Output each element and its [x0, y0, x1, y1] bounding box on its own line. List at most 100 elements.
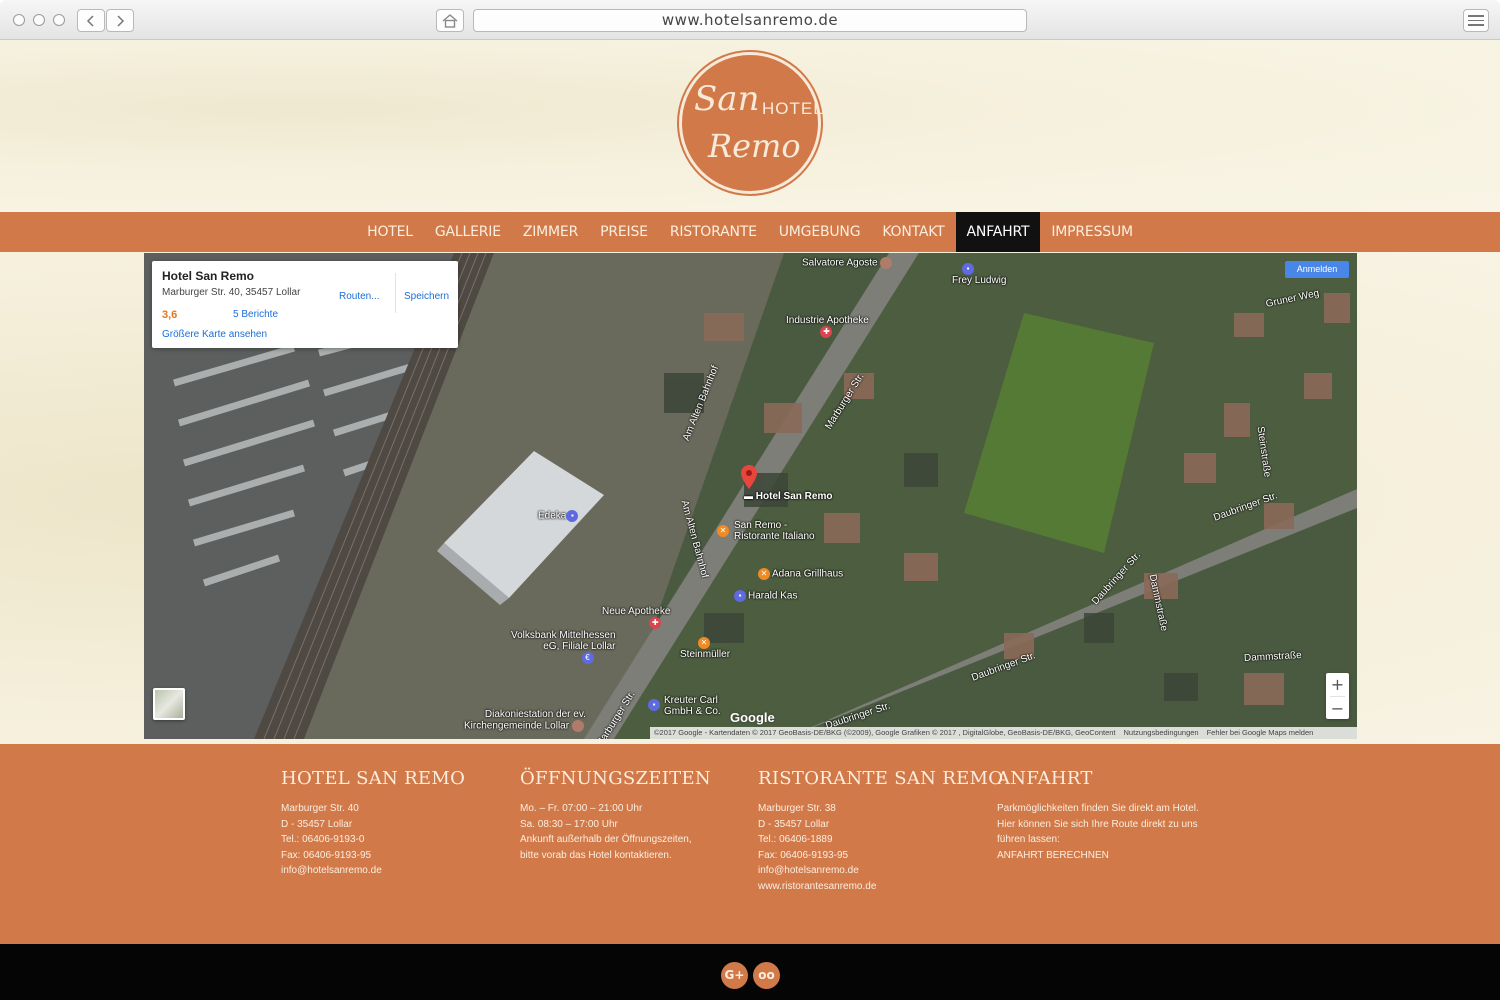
- poi-steinmueller[interactable]: ✕ Steinmüller: [680, 637, 730, 660]
- poi-label: GmbH & Co.: [664, 706, 721, 717]
- zoom-in-button[interactable]: +: [1326, 673, 1349, 696]
- footer-line: D - 35457 Lollar: [281, 818, 353, 830]
- footer-phone[interactable]: Tel.: 06406-1889: [758, 832, 993, 848]
- google-plus-icon[interactable]: G+: [721, 962, 748, 989]
- terms-link[interactable]: Nutzungsbedingungen: [1120, 728, 1203, 737]
- poi-volksbank[interactable]: Volksbank Mittelhessen eG, Filiale Lollar…: [511, 630, 616, 664]
- footer-line: Marburger Str. 40: [281, 803, 359, 814]
- footer-fax: Fax: 06406-9193-95: [281, 849, 372, 861]
- poi-ristorante-italiano[interactable]: ✕ San Remo - Ristorante Italiano: [717, 520, 815, 542]
- google-map[interactable]: Marburger Str. Marburger Str. Am Alten B…: [144, 253, 1357, 739]
- poi-label: Hotel San Remo: [755, 491, 833, 502]
- restaurant-icon: ✕: [758, 568, 770, 580]
- attribution-text: ©2017 Google - Kartendaten © 2017 GeoBas…: [654, 728, 1116, 737]
- nav-item-impressum[interactable]: IMPRESSUM: [1040, 212, 1144, 252]
- forward-button[interactable]: [106, 9, 134, 32]
- signin-button[interactable]: Anmelden: [1285, 261, 1349, 278]
- poi-label: Diakoniestation der ev.: [484, 709, 586, 720]
- place-title: Hotel San Remo: [162, 269, 255, 283]
- report-error-link[interactable]: Fehler bei Google Maps melden: [1203, 728, 1318, 737]
- poi-diakoniestation[interactable]: Diakoniestation der ev. Kirchengemeinde L…: [464, 709, 586, 732]
- nav-item-preise[interactable]: PREISE: [589, 212, 659, 252]
- nav-item-umgebung[interactable]: UMGEBUNG: [768, 212, 872, 252]
- place-icon: [571, 720, 584, 732]
- menu-line-icon: [1468, 19, 1484, 22]
- nav-item-zimmer[interactable]: ZIMMER: [512, 212, 589, 252]
- poi-adana-grillhaus[interactable]: ✕ Adana Grillhaus: [758, 568, 843, 580]
- poi-label: eG, Filiale Lollar: [543, 641, 616, 652]
- nav-item-gallerie[interactable]: GALLERIE: [424, 212, 512, 252]
- window-zoom-button[interactable]: [53, 14, 65, 26]
- menu-line-icon: [1468, 24, 1484, 26]
- footer-fax: Fax: 06406-9193-95: [758, 849, 849, 861]
- restaurant-icon: ✕: [717, 525, 729, 537]
- poi-label: Industrie Apotheke: [786, 315, 869, 326]
- footer-email-link[interactable]: info@hotelsanremo.de: [281, 863, 516, 879]
- poi-label: Adana Grillhaus: [772, 568, 844, 580]
- footer-line: Parkmöglichkeiten finden Sie direkt am H…: [997, 803, 1199, 814]
- menu-line-icon: [1468, 15, 1484, 17]
- footer-line: Ankunft außerhalb der Öffnungszeiten,: [520, 834, 692, 845]
- footer-line: Hier können Sie sich Ihre Route direkt z…: [997, 818, 1198, 830]
- footer-anfahrt-column: ANFAHRT Parkmöglichkeiten finden Sie dir…: [997, 768, 1232, 863]
- footer-email-link[interactable]: info@hotelsanremo.de: [758, 863, 993, 879]
- poi-label: Salvatore Agoste: [802, 257, 878, 269]
- address-bar[interactable]: www.hotelsanremo.de: [473, 9, 1027, 32]
- shop-icon: [880, 257, 893, 269]
- restaurant-icon: ✕: [698, 637, 711, 649]
- divider: [395, 273, 396, 313]
- back-button[interactable]: [77, 9, 105, 32]
- poi-label: Kirchengemeinde Lollar: [464, 720, 570, 732]
- map-type-toggle[interactable]: [153, 688, 185, 720]
- location-pin-icon[interactable]: [741, 465, 757, 489]
- poi-frey-ludwig[interactable]: ▪ Frey Ludwig: [952, 263, 1006, 286]
- zoom-out-button[interactable]: −: [1326, 697, 1349, 720]
- tripadvisor-icon[interactable]: oo: [753, 962, 780, 989]
- logo-hotel-text: HOTEL: [762, 99, 824, 118]
- browser-menu-button[interactable]: [1463, 9, 1489, 32]
- home-button[interactable]: [436, 9, 464, 32]
- footer-line: Marburger Str. 38: [758, 803, 836, 814]
- poi-label: Steinmüller: [680, 649, 731, 660]
- site-footer: HOTEL SAN REMO Marburger Str. 40 D - 354…: [0, 744, 1500, 944]
- footer-line: Sa. 08:30 – 17:00 Uhr: [520, 818, 618, 830]
- poi-industrie-apotheke[interactable]: Industrie Apotheke ✚: [786, 315, 869, 338]
- poi-salvatore[interactable]: Salvatore Agoste: [802, 257, 894, 269]
- chevron-right-icon: [117, 14, 125, 27]
- footer-ristorante-column: RISTORANTE SAN REMO Marburger Str. 38 D …: [758, 768, 1003, 895]
- map-attribution: ©2017 Google - Kartendaten © 2017 GeoBas…: [650, 727, 1357, 739]
- poi-label: Volksbank Mittelhessen: [511, 630, 616, 641]
- footer-hotel-column: HOTEL SAN REMO Marburger Str. 40 D - 354…: [281, 768, 516, 879]
- window-close-button[interactable]: [13, 14, 25, 26]
- footer-website-link[interactable]: www.ristorantesanremo.de: [758, 879, 993, 895]
- footer-line: führen lassen:: [997, 834, 1060, 845]
- poi-neue-apotheke[interactable]: Neue Apotheke ✚: [602, 606, 670, 629]
- place-address: Marburger Str. 40, 35457 Lollar: [162, 287, 301, 298]
- directions-link[interactable]: Routen...: [339, 291, 380, 302]
- window-minimize-button[interactable]: [33, 14, 45, 26]
- larger-map-link[interactable]: Größere Karte ansehen: [162, 329, 267, 340]
- route-calculate-link[interactable]: ANFAHRT BERECHNEN: [997, 848, 1232, 864]
- poi-edeka[interactable]: Edeka ▪: [538, 510, 580, 522]
- reviews-link[interactable]: 5 Berichte: [233, 309, 278, 320]
- poi-hotel-san-remo[interactable]: ▬ Hotel San Remo: [744, 491, 832, 502]
- poi-label: Harald Kas: [748, 590, 798, 602]
- bed-icon: ▬: [744, 491, 753, 501]
- poi-harald-kas[interactable]: ▪ Harald Kas: [734, 590, 797, 602]
- hotel-logo[interactable]: San HOTEL Remo: [679, 52, 824, 194]
- poi-label: Frey Ludwig: [952, 275, 1007, 286]
- poi-kreuter-carl[interactable]: ▪ Kreuter Carl GmbH & Co.: [648, 695, 721, 717]
- nav-item-ristorante[interactable]: RISTORANTE: [659, 212, 768, 252]
- nav-item-kontakt[interactable]: KONTAKT: [871, 212, 955, 252]
- save-link[interactable]: Speichern: [404, 291, 449, 302]
- nav-item-hotel[interactable]: HOTEL: [356, 212, 424, 252]
- footer-phone[interactable]: Tel.: 06406-9193-0: [281, 832, 516, 848]
- footer-line: bitte vorab das Hotel kontaktieren.: [520, 849, 672, 861]
- footer-line: Mo. – Fr. 07:00 – 21:00 Uhr: [520, 803, 643, 814]
- logo-remo-text: Remo: [708, 127, 801, 165]
- google-logo: Google: [730, 710, 775, 725]
- nav-item-anfahrt[interactable]: ANFAHRT: [955, 212, 1041, 252]
- footer-hours-column: ÖFFNUNGSZEITEN Mo. – Fr. 07:00 – 21:00 U…: [520, 768, 755, 863]
- chevron-left-icon: [86, 14, 94, 27]
- footer-heading: ANFAHRT: [997, 768, 1093, 789]
